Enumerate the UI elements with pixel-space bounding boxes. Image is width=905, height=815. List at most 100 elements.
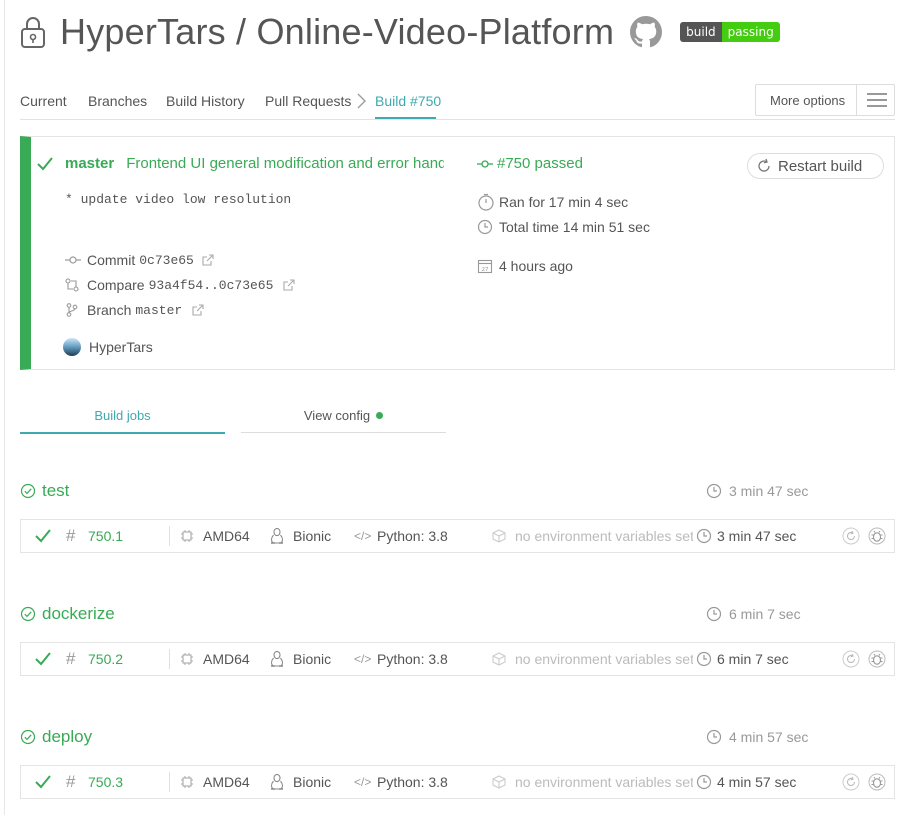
- restart-job-icon[interactable]: [842, 520, 860, 552]
- job-arch: AMD64: [203, 528, 250, 544]
- author-row: HyperTars: [63, 338, 153, 356]
- tab-build[interactable]: Build #750: [375, 93, 441, 109]
- linux-icon: [269, 520, 285, 552]
- tab-branches[interactable]: Branches: [88, 93, 147, 109]
- job-env: no environment variables set: [515, 774, 693, 790]
- compare-icon: [65, 278, 79, 292]
- job-number[interactable]: 750.3: [88, 766, 123, 798]
- avatar: [63, 338, 81, 356]
- compare-row: Compare 93a4f54..0c73e65: [65, 277, 295, 293]
- job-divider: [169, 649, 170, 669]
- hash-icon: #: [66, 649, 76, 668]
- tab-build-history[interactable]: Build History: [166, 93, 245, 109]
- job-dist: Bionic: [293, 651, 332, 667]
- branch-row: Branch master: [65, 302, 204, 318]
- hamburger-icon[interactable]: [867, 93, 887, 107]
- hash-icon: #: [66, 526, 76, 545]
- job-arch: AMD64: [203, 651, 250, 667]
- tab-pull-requests[interactable]: Pull Requests: [265, 93, 351, 109]
- build-status-text[interactable]: #750 passed: [497, 155, 583, 172]
- job-number[interactable]: 750.2: [88, 643, 123, 675]
- check-circle-icon: [20, 729, 36, 745]
- external-link-icon[interactable]: [202, 254, 214, 266]
- stage-name: test: [42, 481, 70, 500]
- restart-icon: [758, 158, 770, 172]
- code-icon: </>: [354, 529, 372, 543]
- debug-job-icon[interactable]: [868, 520, 886, 552]
- chevron-right-icon: [357, 93, 366, 109]
- hash-icon: #: [66, 772, 76, 791]
- build-commit-message[interactable]: Frontend UI general modification and err…: [126, 155, 444, 172]
- stage-title: dockerize: [20, 604, 115, 624]
- job-env: no environment variables set: [515, 528, 693, 544]
- stage-name: dockerize: [42, 604, 115, 623]
- branch-label: Branch: [87, 302, 132, 318]
- commit-row: Commit 0c73e65: [65, 252, 214, 268]
- stage-duration: 3 min 47 sec: [706, 483, 808, 499]
- check-icon: [35, 520, 51, 552]
- repo-title[interactable]: HyperTars / Online-Video-Platform: [60, 11, 614, 53]
- badge-label: build: [680, 22, 722, 42]
- svg-text:27: 27: [482, 267, 489, 273]
- more-options-label: More options: [770, 92, 846, 108]
- debug-job-icon[interactable]: [868, 643, 886, 675]
- build-summary-card: master Frontend UI general modification …: [20, 136, 895, 370]
- build-jobs-underline: [20, 432, 225, 434]
- external-link-icon[interactable]: [192, 304, 204, 316]
- time-ago-text: 4 hours ago: [499, 258, 573, 274]
- stage-duration: 4 min 57 sec: [706, 729, 808, 745]
- commit-label: Commit: [87, 252, 136, 268]
- job-language: Python: 3.8: [377, 651, 448, 667]
- job-row[interactable]: # 750.2 AMD64 Bionic </> Python: 3.8 no …: [20, 642, 895, 676]
- job-row[interactable]: # 750.3 AMD64 Bionic </> Python: 3.8 no …: [20, 765, 895, 799]
- tab-build-jobs[interactable]: Build jobs: [20, 408, 225, 423]
- job-arch: AMD64: [203, 774, 250, 790]
- build-status-row: #750 passed: [477, 155, 583, 172]
- restart-build-label: Restart build: [778, 157, 863, 175]
- build-status-badge[interactable]: build passing: [680, 22, 780, 42]
- box-icon: [492, 766, 506, 798]
- debug-job-icon[interactable]: [868, 766, 886, 798]
- code-icon: </>: [354, 652, 372, 666]
- job-dist: Bionic: [293, 528, 332, 544]
- build-branch[interactable]: master: [65, 155, 114, 172]
- job-number[interactable]: 750.1: [88, 520, 123, 552]
- commit-icon: [477, 159, 493, 168]
- cpu-icon: [180, 643, 194, 675]
- job-language: Python: 3.8: [377, 774, 448, 790]
- stage-duration-text: 3 min 47 sec: [729, 483, 809, 499]
- cpu-icon: [180, 766, 194, 798]
- stopwatch-icon: [478, 193, 494, 211]
- stage-title: deploy: [20, 727, 92, 747]
- job-row[interactable]: # 750.1 AMD64 Bionic </> Python: 3.8 no …: [20, 519, 895, 553]
- tab-current[interactable]: Current: [20, 93, 67, 109]
- stage-duration: 6 min 7 sec: [706, 606, 801, 622]
- external-link-icon[interactable]: [283, 279, 295, 291]
- active-tab-indicator: [375, 117, 436, 119]
- restart-job-icon[interactable]: [842, 643, 860, 675]
- branch-name[interactable]: master: [135, 303, 182, 318]
- restart-build-button[interactable]: Restart build: [747, 153, 884, 179]
- job-dist: Bionic: [293, 774, 332, 790]
- box-icon: [492, 643, 506, 675]
- linux-icon: [269, 643, 285, 675]
- page-left-border: [4, 0, 5, 815]
- commit-hash[interactable]: 0c73e65: [139, 253, 194, 268]
- clock-icon: [696, 643, 712, 675]
- ran-for-text: Ran for 17 min 4 sec: [499, 194, 629, 210]
- author-name[interactable]: HyperTars: [89, 339, 153, 355]
- more-options-divider: [856, 85, 857, 115]
- more-options-button[interactable]: More options: [755, 84, 895, 116]
- check-circle-icon: [20, 483, 36, 499]
- job-divider: [169, 526, 170, 546]
- compare-range[interactable]: 93a4f54..0c73e65: [149, 278, 274, 293]
- clock-icon: [696, 520, 712, 552]
- job-env: no environment variables set: [515, 651, 693, 667]
- stage-duration-text: 6 min 7 sec: [729, 606, 801, 622]
- clock-icon: [706, 483, 722, 499]
- restart-job-icon[interactable]: [842, 766, 860, 798]
- github-icon[interactable]: [630, 16, 663, 48]
- tab-view-config[interactable]: View config: [241, 408, 446, 423]
- total-time-row: Total time 14 min 51 sec: [477, 219, 650, 235]
- build-commit-body: * update video low resolution: [65, 192, 292, 207]
